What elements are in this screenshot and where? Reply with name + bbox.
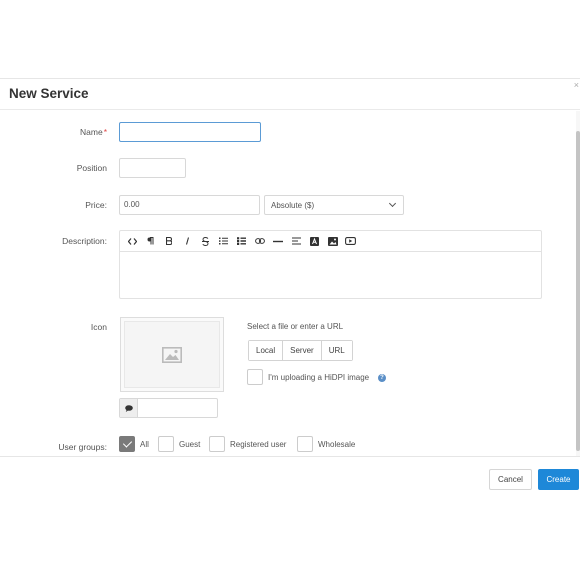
price-label: Price: <box>85 200 107 210</box>
name-label: Name* <box>80 127 107 137</box>
chevron-down-icon <box>388 199 397 208</box>
user-group-all-label: All <box>140 440 149 449</box>
icon-source-group: Local Server URL <box>248 340 353 361</box>
position-label: Position <box>76 163 107 173</box>
editor-toolbar <box>120 231 541 252</box>
user-group-registered-checkbox[interactable] <box>209 436 225 452</box>
position-input[interactable] <box>119 158 186 178</box>
align-icon[interactable] <box>288 234 305 248</box>
user-group-wholesale-checkbox[interactable] <box>297 436 313 452</box>
icon-source-local[interactable]: Local <box>249 341 284 360</box>
price-input[interactable]: 0.00 <box>119 195 260 215</box>
create-button[interactable]: Create <box>538 469 579 490</box>
dialog-title: New Service <box>9 86 89 101</box>
paragraph-icon[interactable] <box>142 234 159 248</box>
user-group-registered-label: Registered user <box>230 440 287 449</box>
name-input[interactable] <box>119 122 261 142</box>
icon-source-url[interactable]: URL <box>321 341 352 360</box>
scrollbar[interactable] <box>576 111 580 456</box>
scrollbar-thumb[interactable] <box>576 131 580 451</box>
required-mark: * <box>103 127 107 137</box>
icon-source-server[interactable]: Server <box>283 341 322 360</box>
hidpi-checkbox[interactable] <box>247 369 263 385</box>
video-icon[interactable] <box>342 234 359 248</box>
description-label: Description: <box>62 236 107 246</box>
icon-alt-input[interactable] <box>119 398 218 418</box>
description-editor <box>119 230 542 299</box>
new-service-dialog: New Service × Name* Position Price: 0.00… <box>0 78 580 496</box>
user-group-wholesale-label: Wholesale <box>318 440 356 449</box>
dialog-header: New Service × <box>0 79 580 110</box>
user-group-all-checkbox[interactable] <box>119 436 135 452</box>
price-type-value: Absolute ($) <box>271 201 315 210</box>
horizontal-rule-icon[interactable] <box>270 234 287 248</box>
image-placeholder-icon <box>162 346 182 363</box>
hidpi-label: I'm uploading a HiDPI image <box>268 373 370 382</box>
help-icon[interactable]: ? <box>378 374 386 382</box>
unordered-list-icon[interactable] <box>215 234 232 248</box>
italic-icon[interactable] <box>179 234 196 248</box>
icon-label: Icon <box>90 322 107 332</box>
ordered-list-icon[interactable] <box>233 234 250 248</box>
user-group-guest-checkbox[interactable] <box>158 436 174 452</box>
user-group-guest-label: Guest <box>179 440 201 449</box>
code-view-icon[interactable] <box>124 234 141 248</box>
link-icon[interactable] <box>251 234 268 248</box>
dialog-body: Name* Position Price: 0.00 Absolute ($) … <box>0 111 580 457</box>
image-icon[interactable] <box>324 234 341 248</box>
bold-icon[interactable] <box>160 234 177 248</box>
strikethrough-icon[interactable] <box>197 234 214 248</box>
user-groups-label: User groups: <box>58 442 107 452</box>
description-textarea[interactable] <box>120 252 541 298</box>
icon-preview <box>120 317 224 392</box>
close-icon[interactable]: × <box>574 80 579 90</box>
cancel-button[interactable]: Cancel <box>489 469 532 490</box>
comment-icon <box>120 399 138 417</box>
price-type-select[interactable]: Absolute ($) <box>264 195 404 215</box>
icon-hint: Select a file or enter a URL <box>247 322 344 331</box>
font-color-icon[interactable] <box>306 234 323 248</box>
